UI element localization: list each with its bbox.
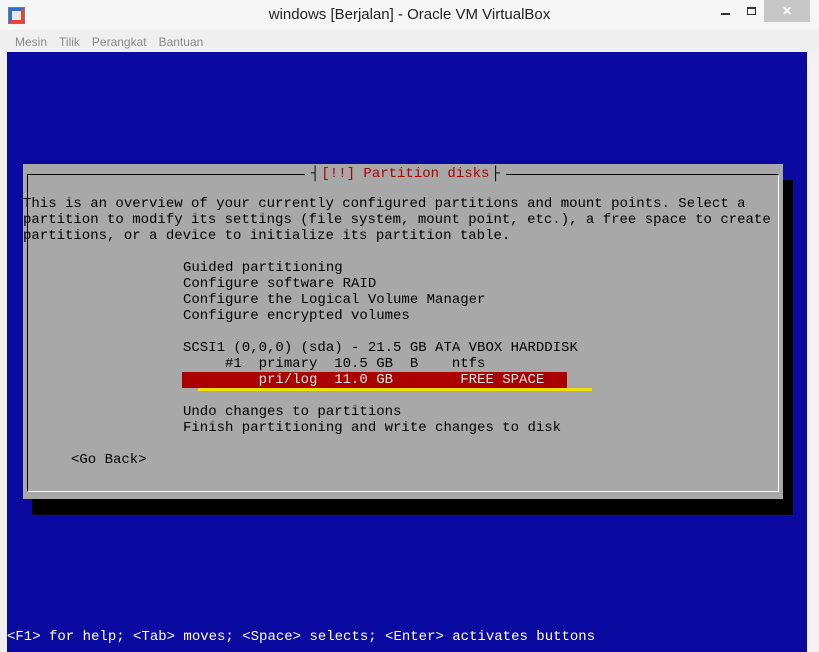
maximize-button[interactable] (738, 0, 764, 22)
menu-bantuan[interactable]: Bantuan (159, 35, 204, 49)
option-configure-raid[interactable]: Configure software RAID (183, 276, 376, 292)
menu-bar: Mesin Tilik Perangkat Bantuan (7, 31, 807, 52)
description-line-2: partition to modify its settings (file s… (23, 212, 771, 228)
option-configure-encrypted[interactable]: Configure encrypted volumes (183, 308, 410, 324)
minimize-button[interactable] (712, 0, 738, 22)
partition-free-space[interactable]: pri/log 11.0 GB FREE SPACE (183, 372, 545, 388)
virtualbox-window: windows [Berjalan] - Oracle VM VirtualBo… (0, 0, 819, 652)
menu-mesin[interactable]: Mesin (15, 35, 47, 49)
vm-display[interactable]: [!!] Partition disks This is an overview… (7, 52, 807, 652)
disk-sda[interactable]: SCSI1 (0,0,0) (sda) - 21.5 GB ATA VBOX H… (183, 340, 578, 356)
menu-perangkat[interactable]: Perangkat (92, 35, 147, 49)
menu-tilik[interactable]: Tilik (59, 35, 80, 49)
option-undo-changes[interactable]: Undo changes to partitions (183, 404, 401, 420)
minimize-icon (720, 13, 730, 15)
dialog-title: [!!] Partition disks (305, 164, 506, 184)
close-button[interactable]: ✕ (764, 0, 810, 22)
option-guided-partitioning[interactable]: Guided partitioning (183, 260, 343, 276)
go-back-button[interactable]: <Go Back> (71, 452, 147, 468)
close-icon: ✕ (781, 4, 793, 18)
option-finish-partitioning[interactable]: Finish partitioning and write changes to… (183, 420, 561, 436)
option-configure-lvm[interactable]: Configure the Logical Volume Manager (183, 292, 485, 308)
description-line-1: This is an overview of your currently co… (23, 196, 746, 212)
maximize-icon (746, 7, 756, 15)
partition-1-ntfs[interactable]: #1 primary 10.5 GB B ntfs (183, 356, 485, 372)
window-right-edge (807, 52, 819, 652)
window-title: windows [Berjalan] - Oracle VM VirtualBo… (268, 6, 551, 23)
annotation-underline (198, 388, 592, 391)
title-bar: windows [Berjalan] - Oracle VM VirtualBo… (0, 0, 819, 30)
status-help-line: <F1> for help; <Tab> moves; <Space> sele… (7, 629, 596, 645)
description-line-3: partitions, or a device to initialize it… (23, 228, 511, 244)
